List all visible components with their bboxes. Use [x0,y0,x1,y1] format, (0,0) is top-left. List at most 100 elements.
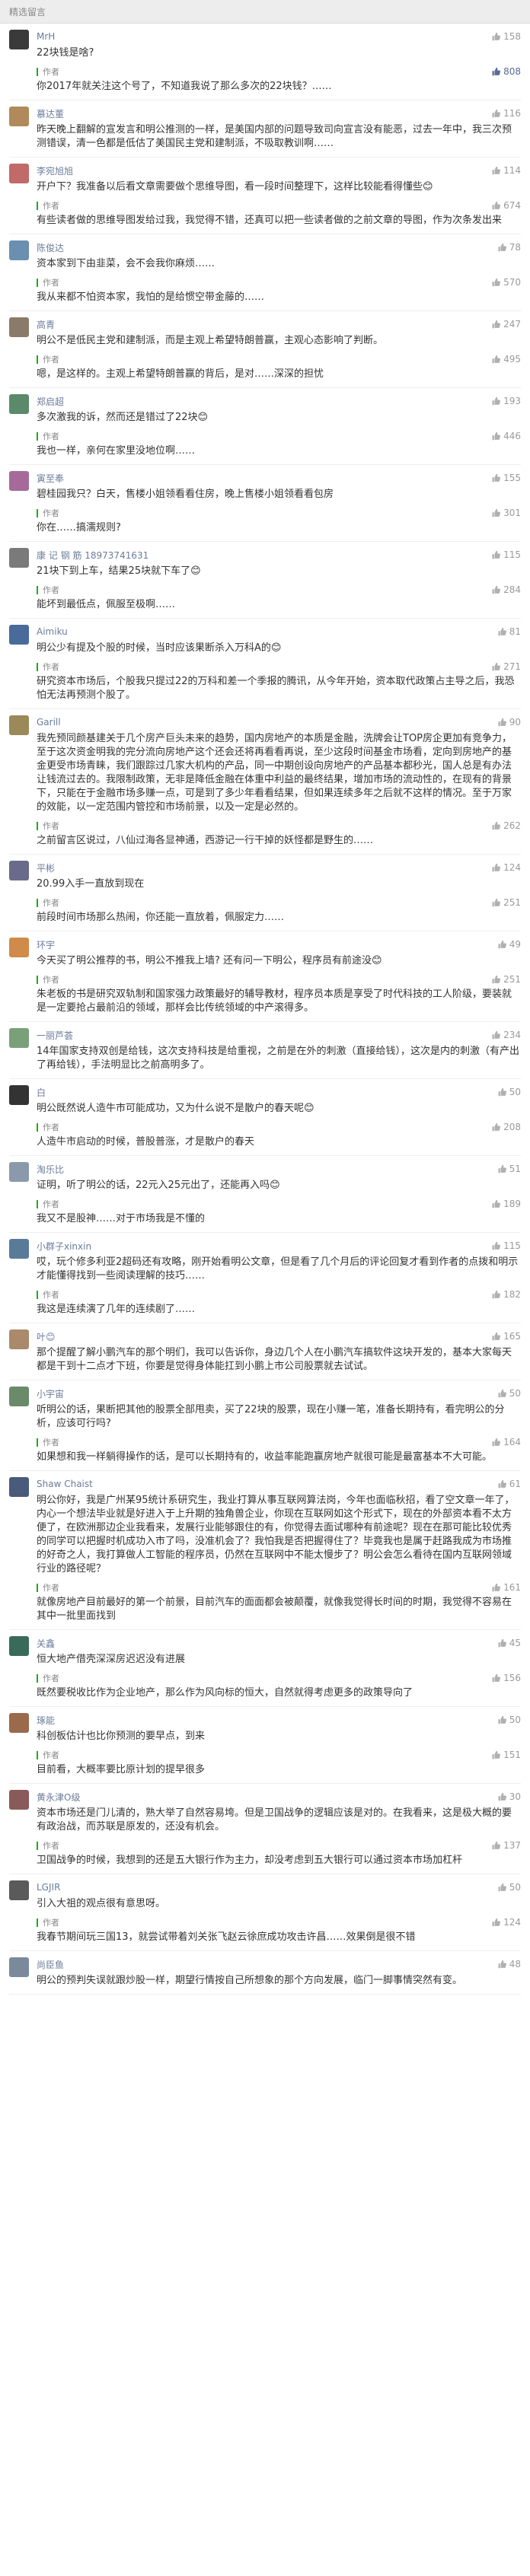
like-button[interactable]: 90 [497,717,521,728]
like-button[interactable]: 155 [491,473,521,483]
commenter-name[interactable]: 琢能 [37,1714,55,1727]
like-button[interactable]: 115 [491,1240,521,1251]
reply-like-button[interactable]: 284 [491,584,521,595]
reply-like-button[interactable]: 446 [491,431,521,441]
like-button[interactable]: 50 [497,1087,521,1097]
commenter-name[interactable]: Shaw Chaist [37,1479,93,1489]
commenter-name[interactable]: 小宇宙 [37,1387,64,1400]
like-button[interactable]: 61 [497,1479,521,1489]
commenter-name[interactable]: 尚臣鱼 [37,1958,64,1971]
commenter-name[interactable]: 淘乐比 [37,1163,64,1176]
thumb-up-icon [491,898,501,907]
avatar[interactable] [9,240,29,260]
reply-like-button[interactable]: 570 [491,277,521,288]
like-button[interactable]: 49 [497,939,521,950]
avatar[interactable] [9,715,29,735]
avatar[interactable] [9,1790,29,1810]
reply-like-button[interactable]: 161 [491,1582,521,1593]
like-button[interactable]: 50 [497,1882,521,1893]
avatar[interactable] [9,107,29,126]
commenter-name[interactable]: LGJIR [37,1882,60,1893]
avatar[interactable] [9,1329,29,1349]
reply-label-text: 作者 [43,508,59,518]
reply-like-button[interactable]: 495 [491,354,521,365]
commenter-name[interactable]: 郑启超 [37,395,64,408]
commenter-name[interactable]: 黄永津O级 [37,1791,80,1804]
avatar[interactable] [9,1162,29,1182]
like-button[interactable]: 165 [491,1331,521,1342]
reply-like-button[interactable]: 271 [491,661,521,672]
reply-like-button[interactable]: 674 [491,200,521,211]
avatar[interactable] [9,1713,29,1733]
avatar[interactable] [9,938,29,957]
like-button[interactable]: 193 [491,396,521,406]
commenter-name[interactable]: 环宇 [37,938,55,951]
avatar[interactable] [9,164,29,183]
commenter-name[interactable]: 陈俊达 [37,241,64,254]
commenter-name[interactable]: Aimiku [37,626,68,637]
avatar[interactable] [9,471,29,491]
commenter-name[interactable]: 小群子xinxin [37,1240,91,1253]
like-button[interactable]: 51 [497,1164,521,1174]
like-button[interactable]: 30 [497,1791,521,1802]
avatar[interactable] [9,548,29,568]
commenter-name[interactable]: 康 记 钢 筋 18973741631 [37,549,148,562]
commenter-name[interactable]: MrH [37,31,55,42]
reply-like-button[interactable]: 124 [491,1917,521,1928]
reply-like-button[interactable]: 251 [491,897,521,908]
like-button[interactable]: 115 [491,549,521,560]
like-button[interactable]: 78 [497,242,521,253]
like-button[interactable]: 247 [491,319,521,330]
commenter-name[interactable]: 叶😊 [37,1330,56,1343]
commenter-name[interactable]: Garill [37,717,61,728]
like-button[interactable]: 45 [497,1638,521,1648]
avatar[interactable] [9,317,29,337]
commenter-name[interactable]: 一丽芦荟 [37,1029,73,1042]
commenter-name[interactable]: 李宛旭旭 [37,164,73,177]
commenter-name[interactable]: 平彬 [37,861,55,874]
avatar[interactable] [9,1028,29,1048]
avatar[interactable] [9,1957,29,1977]
commenter-name[interactable]: 高青 [37,318,55,331]
reply-like-button[interactable]: 808 [491,66,521,77]
thumb-up-icon [491,109,501,118]
reply-like-button[interactable]: 262 [491,820,521,831]
avatar[interactable] [9,1085,29,1105]
reply-like-button[interactable]: 208 [491,1122,521,1132]
reply-like-count: 271 [503,661,521,672]
avatar[interactable] [9,30,29,49]
reply-like-button[interactable]: 301 [491,508,521,518]
like-button[interactable]: 234 [491,1030,521,1040]
reply-like-button[interactable]: 182 [491,1289,521,1300]
avatar[interactable] [9,861,29,880]
avatar[interactable] [9,1387,29,1406]
avatar[interactable] [9,1636,29,1656]
avatar[interactable] [9,1239,29,1259]
reply-bar [37,355,38,364]
like-button[interactable]: 50 [497,1388,521,1399]
commenter-name[interactable]: 白 [37,1086,46,1099]
like-button[interactable]: 114 [491,165,521,176]
avatar[interactable] [9,394,29,414]
commenter-name[interactable]: 寅至奉 [37,472,64,485]
reply-like-button[interactable]: 189 [491,1199,521,1209]
avatar[interactable] [9,625,29,645]
like-button[interactable]: 158 [491,31,521,42]
reply-like-button[interactable]: 137 [491,1840,521,1851]
like-button[interactable]: 116 [491,108,521,119]
commenter-name[interactable]: 关鑫 [37,1637,55,1650]
avatar[interactable] [9,1880,29,1900]
reply-like-count: 495 [503,354,521,365]
avatar[interactable] [9,1477,29,1497]
like-button[interactable]: 81 [497,626,521,637]
reply-like-button[interactable]: 164 [491,1437,521,1447]
commenter-name[interactable]: 慕达董 [37,107,64,120]
reply-text: 有些读者做的思维导图发给过我，我觉得不错，还真可以把一些读者做的之前文章的导图，… [37,215,503,226]
like-button[interactable]: 124 [491,862,521,873]
reply-like-button[interactable]: 151 [491,1750,521,1760]
like-button[interactable]: 50 [497,1715,521,1725]
reply-like-button[interactable]: 251 [491,974,521,985]
comment-text: 资本家到下由韭菜，会不会我你麻烦…… [37,258,216,269]
like-button[interactable]: 48 [497,1959,521,1969]
reply-like-button[interactable]: 156 [491,1673,521,1683]
